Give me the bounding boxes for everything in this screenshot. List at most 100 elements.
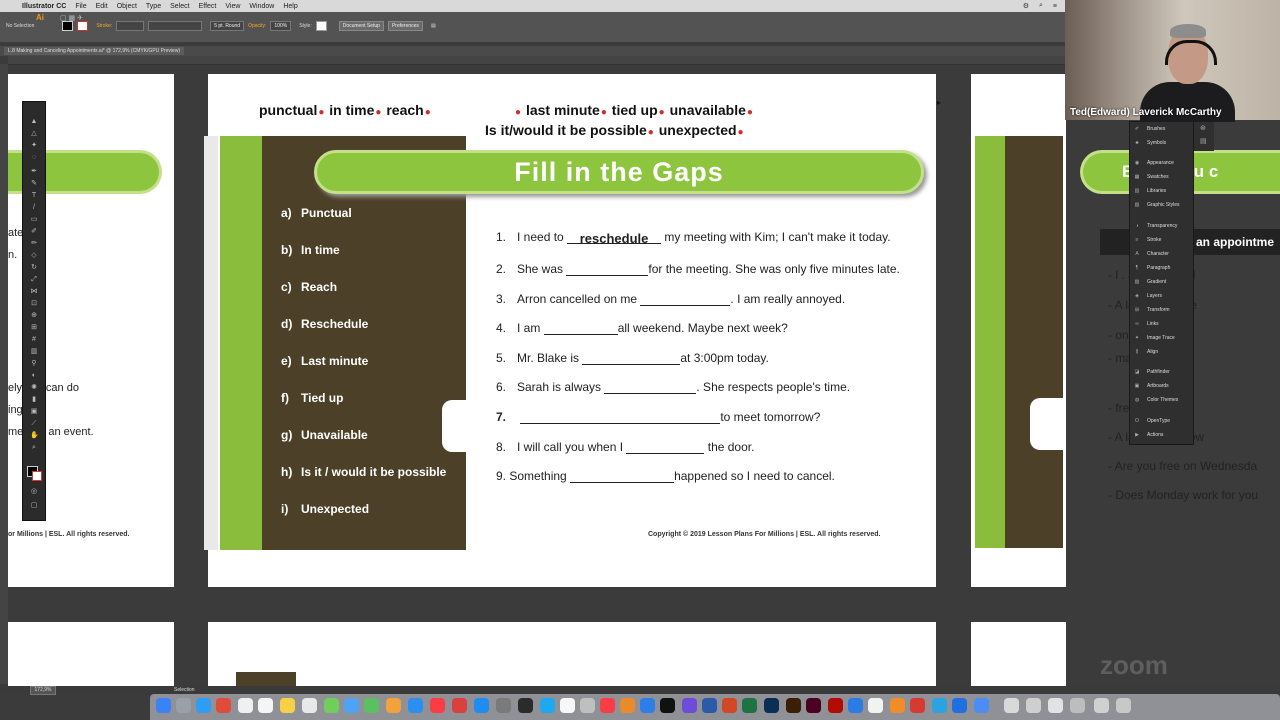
lasso-tool-icon[interactable]: ◌: [30, 154, 38, 162]
panel-libraries[interactable]: ▥ Libraries: [1129, 185, 1192, 197]
indesign-icon[interactable]: [806, 698, 821, 713]
photos-icon[interactable]: [386, 698, 401, 713]
shape-builder-tool-icon[interactable]: ⊕: [30, 312, 38, 320]
menu-effect[interactable]: Effect: [199, 3, 217, 10]
panel-artboards[interactable]: ▣ Artboards: [1129, 380, 1192, 392]
zoom-app-icon[interactable]: [848, 698, 863, 713]
gradient-tool-icon[interactable]: ▥: [30, 348, 38, 356]
downloads-icon[interactable]: [1004, 698, 1019, 713]
menu-list-icon[interactable]: ≡: [1053, 3, 1057, 10]
panel-stroke[interactable]: ≡ Stroke: [1129, 234, 1192, 246]
stroke-label[interactable]: Stroke:: [96, 23, 112, 29]
screenshots-stack-icon[interactable]: [1070, 698, 1085, 713]
panel-graphic-styles[interactable]: ▧ Graphic Styles: [1129, 199, 1192, 211]
direct-selection-tool-icon[interactable]: △: [30, 130, 38, 138]
messages-icon[interactable]: [324, 698, 339, 713]
symbol-sprayer-tool-icon[interactable]: ✺: [30, 384, 38, 392]
style-swatch[interactable]: [315, 21, 327, 31]
vertical-ruler[interactable]: [0, 64, 8, 684]
panel-layers[interactable]: ◈ Layers: [1129, 290, 1192, 302]
opacity-field[interactable]: 100%: [270, 21, 292, 31]
menu-select[interactable]: Select: [170, 3, 189, 10]
notes-icon[interactable]: [280, 698, 295, 713]
clock-icon[interactable]: [868, 698, 883, 713]
word-icon[interactable]: [702, 698, 717, 713]
panel-character[interactable]: A Character: [1129, 248, 1192, 260]
answer-blank[interactable]: [640, 293, 731, 306]
panel-swatches[interactable]: ▦ Swatches: [1129, 171, 1192, 183]
eraser-tool-icon[interactable]: ◇: [30, 252, 38, 260]
answer-blank[interactable]: [566, 263, 649, 276]
variable-width-field[interactable]: [148, 21, 203, 31]
firefox-icon[interactable]: [890, 698, 905, 713]
perspective-tool-icon[interactable]: ⊞: [30, 324, 38, 332]
maps-icon[interactable]: [408, 698, 423, 713]
lower-main-artboard[interactable]: [208, 622, 936, 686]
contacts-icon[interactable]: [238, 698, 253, 713]
panel-transparency[interactable]: ◑ Transparency: [1129, 220, 1192, 232]
panel-actions[interactable]: ▶ Actions: [1129, 429, 1192, 441]
preview-icon[interactable]: [580, 698, 595, 713]
answer-blank[interactable]: reschedule: [567, 231, 662, 246]
width-tool-icon[interactable]: ⋈: [30, 288, 38, 296]
column-graph-tool-icon[interactable]: ▮: [30, 396, 38, 404]
magic-wand-icon[interactable]: ✦: [30, 142, 38, 150]
document-setup-button[interactable]: Document Setup: [338, 21, 384, 31]
answer-blank[interactable]: [582, 352, 681, 365]
document-tab[interactable]: L.8 Making and Canceling Appointments.ai…: [4, 47, 185, 55]
app-store-icon[interactable]: [474, 698, 489, 713]
scale-tool-icon[interactable]: ⤢: [30, 276, 38, 284]
zoom-level-field[interactable]: 172,9%: [30, 686, 56, 695]
panel-paragraph[interactable]: ¶ Paragraph: [1129, 262, 1192, 274]
screen-mode-icon[interactable]: ▢: [30, 502, 38, 510]
window-thumbnail-icon[interactable]: [1094, 698, 1109, 713]
menu-object[interactable]: Object: [117, 3, 137, 10]
preferences-button[interactable]: Preferences: [387, 21, 423, 31]
reminders-icon[interactable]: [302, 698, 317, 713]
menu-view[interactable]: View: [225, 3, 240, 10]
mail-icon[interactable]: [344, 698, 359, 713]
panel-gradient[interactable]: ▨ Gradient: [1129, 276, 1192, 288]
desktop-stack-icon[interactable]: [1048, 698, 1063, 713]
opacity-label[interactable]: Opacity:: [248, 23, 266, 29]
panel-appearance[interactable]: ◉ Appearance: [1129, 157, 1192, 169]
hand-tool-icon[interactable]: ✋: [30, 432, 39, 440]
gear-icon[interactable]: ⚙: [1023, 2, 1029, 10]
finder-icon[interactable]: [156, 698, 171, 713]
menu-file[interactable]: File: [75, 3, 86, 10]
app-name[interactable]: Illustrator CC: [22, 3, 66, 10]
textedit-icon[interactable]: [560, 698, 575, 713]
panel-image-trace[interactable]: ✦ Image Trace: [1129, 332, 1192, 344]
line-tool-icon[interactable]: /: [30, 204, 38, 212]
filezilla-icon[interactable]: [910, 698, 925, 713]
answer-blank[interactable]: [543, 322, 618, 335]
lower-right-artboard[interactable]: [971, 622, 1066, 686]
blend-tool-icon[interactable]: ◐: [30, 372, 38, 380]
stroke-color-icon[interactable]: [32, 471, 42, 481]
draw-mode-icon[interactable]: ◎: [30, 488, 38, 496]
itunes-icon[interactable]: [600, 698, 615, 713]
skype-icon[interactable]: [540, 698, 555, 713]
panel-symbols[interactable]: ♣ Symbols: [1129, 137, 1192, 149]
photoshop-icon[interactable]: [764, 698, 779, 713]
telegram-icon[interactable]: [932, 698, 947, 713]
pen-tool-icon[interactable]: ✒: [30, 168, 38, 176]
eyedropper-tool-icon[interactable]: ⚲: [30, 360, 38, 368]
zoom-meeting-icon[interactable]: [952, 698, 967, 713]
rotate-tool-icon[interactable]: ↻: [30, 264, 38, 272]
calendar-icon[interactable]: [258, 698, 273, 713]
zoom-tool-icon[interactable]: ⌕: [30, 444, 38, 452]
panel-color-themes[interactable]: ◍ Color Themes: [1129, 394, 1192, 406]
illustrator-icon[interactable]: [786, 698, 801, 713]
trash-icon[interactable]: [1116, 698, 1131, 713]
terminal-icon[interactable]: [518, 698, 533, 713]
panel-brushes[interactable]: ✐ Brushes: [1129, 123, 1192, 135]
pages-icon[interactable]: [620, 698, 635, 713]
stroke-swatch[interactable]: [77, 21, 89, 31]
horizontal-ruler[interactable]: [8, 56, 1065, 65]
menu-type[interactable]: Type: [146, 3, 161, 10]
acrobat-icon[interactable]: [828, 698, 843, 713]
facetime-icon[interactable]: [364, 698, 379, 713]
teams-icon[interactable]: [682, 698, 697, 713]
chrome-icon[interactable]: [216, 698, 231, 713]
